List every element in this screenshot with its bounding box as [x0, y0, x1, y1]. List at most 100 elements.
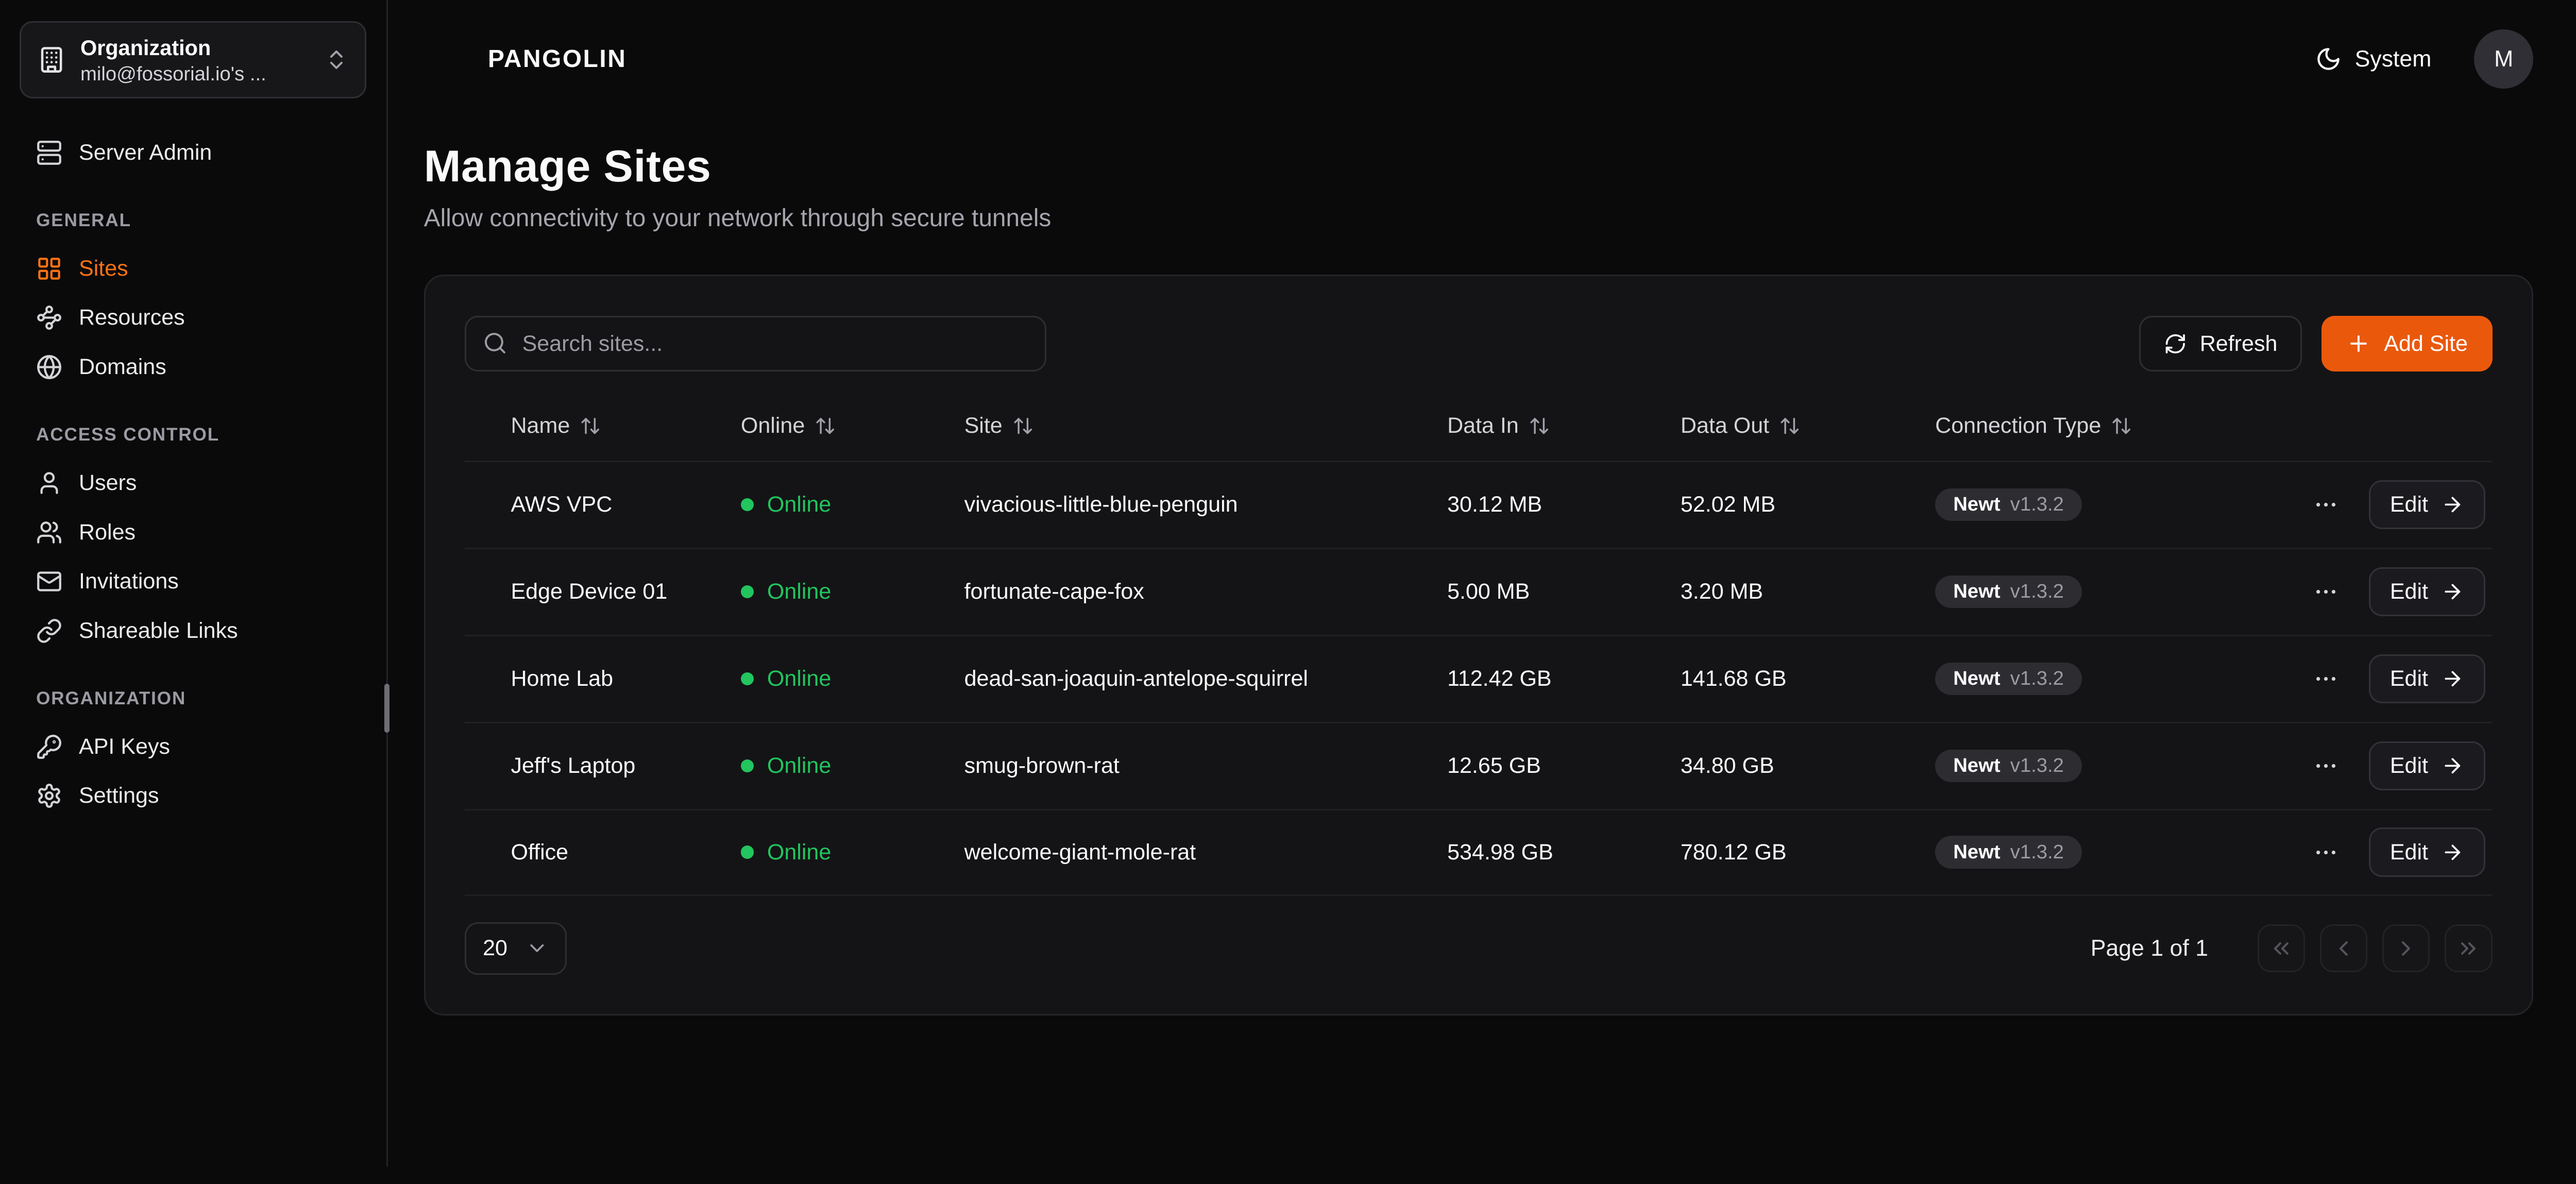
- search-input[interactable]: [465, 316, 1046, 371]
- column-header-online[interactable]: Online: [741, 413, 964, 438]
- sidebar-item-shareable-links[interactable]: Shareable Links: [20, 606, 366, 655]
- arrow-right-icon: [2441, 841, 2464, 864]
- data-out-cell: 34.80 GB: [1681, 753, 1935, 779]
- prev-page-button[interactable]: [2320, 924, 2367, 972]
- connection-type-cell: Newt v1.3.2: [1935, 836, 2321, 869]
- mail-icon: [36, 568, 62, 595]
- table-row: Edge Device 01 Online fortunate-cape-fox…: [465, 548, 2492, 635]
- link-icon: [36, 618, 62, 644]
- chevron-left-icon: [2331, 936, 2356, 961]
- page-subtitle: Allow connectivity to your network throu…: [424, 204, 2533, 232]
- section-title-organization: ORGANIZATION: [20, 688, 366, 709]
- column-header-name[interactable]: Name: [511, 413, 740, 438]
- site-id-cell: dead-san-joaquin-antelope-squirrel: [964, 666, 1448, 691]
- sidebar-item-domains[interactable]: Domains: [20, 343, 366, 392]
- sort-icon: [1529, 415, 1550, 436]
- ellipsis-icon: [2313, 666, 2339, 692]
- search-box: [465, 316, 1046, 371]
- sort-icon: [2111, 415, 2132, 436]
- online-dot: [741, 498, 754, 512]
- edit-button[interactable]: Edit: [2369, 827, 2486, 877]
- column-header-data-out[interactable]: Data Out: [1681, 413, 1935, 438]
- page-title: Manage Sites: [424, 141, 2533, 192]
- column-header-connection-type[interactable]: Connection Type: [1935, 413, 2321, 438]
- sidebar-item-server-admin[interactable]: Server Admin: [20, 128, 366, 177]
- key-icon: [36, 734, 62, 760]
- column-label: Online: [741, 413, 805, 438]
- site-name-cell: Jeff's Laptop: [511, 753, 740, 779]
- column-label: Name: [511, 413, 570, 438]
- connection-version-label: v1.3.2: [2010, 495, 2064, 514]
- org-picker[interactable]: Organization milo@fossorial.io's ...: [20, 21, 366, 98]
- row-menu-button[interactable]: [2306, 659, 2346, 699]
- table-row: Office Online welcome-giant-mole-rat 534…: [465, 809, 2492, 896]
- sidebar-item-label: Settings: [79, 783, 159, 808]
- table-row: Home Lab Online dead-san-joaquin-antelop…: [465, 635, 2492, 722]
- sidebar-item-api-keys[interactable]: API Keys: [20, 722, 366, 771]
- edit-button[interactable]: Edit: [2369, 654, 2486, 704]
- chevrons-up-down-icon: [324, 47, 349, 72]
- data-in-cell: 12.65 GB: [1447, 753, 1681, 779]
- column-label: Site: [964, 413, 1003, 438]
- sidebar-scrollbar-thumb[interactable]: [384, 684, 389, 733]
- sites-toolbar: Refresh Add Site: [465, 316, 2492, 371]
- next-page-button[interactable]: [2382, 924, 2430, 972]
- ellipsis-icon: [2313, 492, 2339, 518]
- page-size-select[interactable]: 20: [465, 922, 567, 975]
- ellipsis-icon: [2313, 839, 2339, 866]
- refresh-button[interactable]: Refresh: [2139, 316, 2302, 371]
- user-avatar[interactable]: M: [2474, 29, 2533, 89]
- online-dot: [741, 759, 754, 773]
- edit-button-label: Edit: [2390, 579, 2428, 604]
- site-name-cell: Edge Device 01: [511, 579, 740, 604]
- grid-icon: [36, 256, 62, 282]
- arrow-right-icon: [2441, 493, 2464, 516]
- column-header-site[interactable]: Site: [964, 413, 1448, 438]
- sidebar-item-resources[interactable]: Resources: [20, 293, 366, 343]
- site-id-cell: vivacious-little-blue-penguin: [964, 492, 1448, 517]
- sidebar-item-sites[interactable]: Sites: [20, 244, 366, 293]
- sidebar-item-settings[interactable]: Settings: [20, 771, 366, 821]
- row-menu-button[interactable]: [2306, 485, 2346, 525]
- last-page-button[interactable]: [2445, 924, 2492, 972]
- site-id-cell: smug-brown-rat: [964, 753, 1448, 779]
- toolbar-actions: Refresh Add Site: [2139, 316, 2493, 371]
- edit-button[interactable]: Edit: [2369, 480, 2486, 530]
- topbar-right: System M: [2315, 29, 2533, 89]
- table-row: AWS VPC Online vivacious-little-blue-pen…: [465, 461, 2492, 548]
- connection-type-cell: Newt v1.3.2: [1935, 576, 2321, 608]
- row-menu-button[interactable]: [2306, 572, 2346, 612]
- column-header-data-in[interactable]: Data In: [1447, 413, 1681, 438]
- site-status-cell: Online: [741, 666, 964, 691]
- globe-icon: [36, 354, 62, 380]
- status-label: Online: [767, 840, 831, 865]
- sidebar-item-invitations[interactable]: Invitations: [20, 557, 366, 606]
- row-menu-button[interactable]: [2306, 746, 2346, 786]
- refresh-button-label: Refresh: [2200, 331, 2278, 357]
- add-site-button[interactable]: Add Site: [2321, 316, 2492, 371]
- table-header-row: Name Online Site Data In: [465, 392, 2492, 461]
- edit-button[interactable]: Edit: [2369, 741, 2486, 791]
- org-picker-text: Organization milo@fossorial.io's ...: [80, 35, 309, 86]
- sidebar-item-roles[interactable]: Roles: [20, 508, 366, 557]
- connection-badge: Newt v1.3.2: [1935, 576, 2082, 608]
- arrow-right-icon: [2441, 667, 2464, 690]
- sidebar-item-users[interactable]: Users: [20, 459, 366, 508]
- site-status-cell: Online: [741, 579, 964, 604]
- section-title-general: GENERAL: [20, 210, 366, 231]
- row-actions: Edit: [2321, 480, 2485, 530]
- edit-button[interactable]: Edit: [2369, 567, 2486, 617]
- status-label: Online: [767, 579, 831, 604]
- sort-icon: [815, 415, 836, 436]
- sort-icon: [1012, 415, 1033, 436]
- brand[interactable]: PANGOLIN: [424, 35, 627, 84]
- sidebar: Organization milo@fossorial.io's ... Ser…: [0, 0, 388, 1166]
- org-picker-value: milo@fossorial.io's ...: [80, 63, 309, 86]
- org-picker-label: Organization: [80, 35, 309, 61]
- arrow-right-icon: [2441, 580, 2464, 603]
- row-menu-button[interactable]: [2306, 833, 2346, 872]
- first-page-button[interactable]: [2258, 924, 2305, 972]
- edit-button-label: Edit: [2390, 666, 2428, 691]
- theme-toggle[interactable]: System: [2315, 46, 2431, 72]
- pagination: Page 1 of 1: [2091, 924, 2493, 972]
